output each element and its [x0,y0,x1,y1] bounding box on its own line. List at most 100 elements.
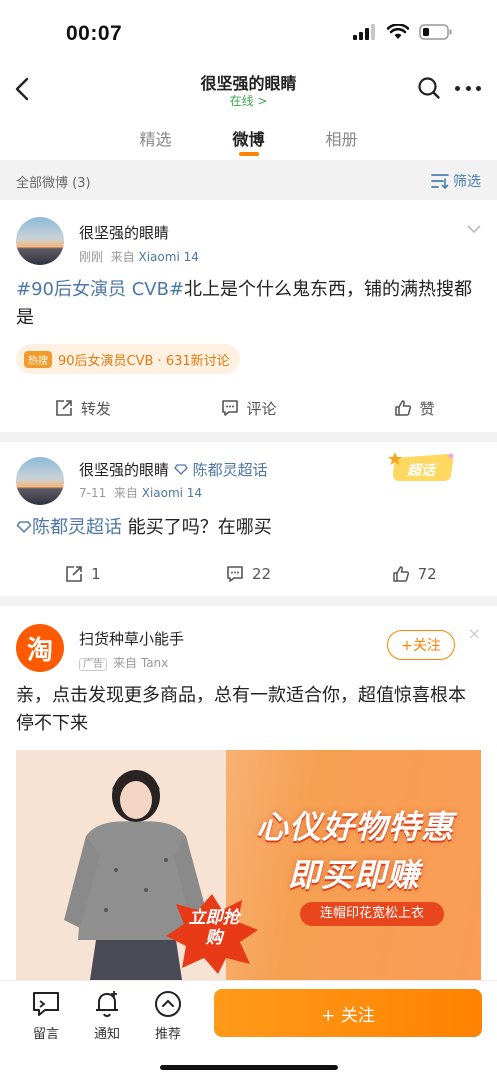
profile-tabs: 精选 微博 相册 [0,114,497,160]
comment-button[interactable]: 22 [166,554,332,594]
ad-card[interactable]: 淘 扫货种草小能手 广告 来自 Tanx +关注 × 亲，点击发现更多商品，总有一… [0,606,497,980]
post-card[interactable]: 很坚强的眼睛 刚刚 来自 Xiaomi 14 #90后女演员 CVB#北上是个什… [0,200,497,432]
topic-link-text: 陈都灵超话 [32,517,122,538]
ad-source: Tanx [140,656,169,670]
post-author[interactable]: 很坚强的眼睛 [79,461,169,479]
message-icon [33,992,59,1016]
filter-button[interactable]: 筛选 [431,171,481,191]
post-source[interactable]: Xiaomi 14 [142,486,202,500]
follow-button[interactable]: + 关注 [214,989,482,1037]
diamond-icon [173,464,188,475]
separator [0,596,497,606]
chevron-up-circle-icon [155,991,181,1017]
status-time: 00:07 [66,22,123,45]
post-author[interactable]: 很坚强的眼睛 [79,222,169,243]
comment-button[interactable]: 评论 [166,388,332,428]
avatar[interactable] [16,457,64,505]
like-count: 72 [417,565,437,583]
like-button[interactable]: 72 [331,554,497,594]
post-card[interactable]: 很坚强的眼睛 陈都灵超话 7-11 来自 Xiaomi 14 超话 陈都灵超话 … [0,442,497,596]
like-label: 赞 [419,399,435,418]
topic-link[interactable]: 陈都灵超话 [16,517,122,538]
ad-banner[interactable]: 立即抢购 心仪好物特惠 即买即赚 连帽印花宽松上衣 [16,750,481,980]
post-count-label: 全部微博 (3) [16,176,91,191]
notify-label: 通知 [93,1027,120,1042]
buy-now-text: 立即抢购 [188,908,240,948]
more-dot-icon [476,85,481,91]
post-text: 陈都灵超话 能买了吗？在哪买 [16,514,481,542]
close-icon[interactable]: × [468,624,481,643]
message-button[interactable]: 留言 [22,989,70,1042]
tab-featured[interactable]: 精选 [109,114,202,160]
hot-badge: 热搜 [24,350,52,368]
super-topic-name: 陈都灵超话 [192,461,268,479]
post-meta: 刚刚 来自 Xiaomi 14 [79,248,199,265]
status-bar: 00:07 [0,0,497,64]
chevron-down-icon[interactable] [467,224,481,234]
filter-bar: 全部微博 (3) 筛选 [0,160,497,200]
hot-text: 90后女演员CVB · 631新讨论 [58,353,230,369]
ad-logo[interactable]: 淘 [16,624,64,672]
search-icon [418,77,440,99]
more-dot-icon [455,85,460,91]
tab-album[interactable]: 相册 [295,114,388,160]
repost-button[interactable]: 1 [0,554,166,594]
recommend-label: 推荐 [154,1027,181,1042]
repost-label: 转发 [80,399,111,418]
super-topic-badge: 超话 [388,452,454,481]
thumbs-up-icon [392,566,409,582]
thumbs-up-icon [394,400,411,416]
banner-subheadline: 即买即赚 [288,856,421,894]
ad-text: 亲，点击发现更多商品，总有一款适合你，超值惊喜根本停不下来 [16,685,466,734]
post-source-prefix: 来自 [110,250,135,264]
banner-product-label: 连帽印花宽松上衣 [300,902,444,926]
post-source-prefix: 来自 [113,486,138,500]
battery-icon [419,24,452,40]
post-actions: 1 22 72 [0,554,497,594]
more-dot-icon [465,85,471,91]
wifi-icon [387,24,409,39]
ad-meta: 广告 来自 Tanx [79,654,168,671]
ad-author[interactable]: 扫货种草小能手 [79,628,184,649]
bell-plus-icon [96,991,118,1018]
like-button[interactable]: 赞 [331,388,497,428]
notify-button[interactable]: 通知 [83,989,131,1042]
tab-weibo[interactable]: 微博 [202,114,295,160]
message-label: 留言 [32,1027,59,1042]
post-source[interactable]: Xiaomi 14 [139,250,199,264]
repost-count: 1 [91,565,101,583]
recommend-button[interactable]: 推荐 [144,989,192,1042]
filter-label: 筛选 [453,174,481,190]
repost-icon [66,566,82,582]
profile-header: 很坚强的眼睛 在线 > [0,64,497,114]
avatar[interactable] [16,217,64,265]
banner-headline: 心仪好物特惠 [256,808,455,846]
super-topic-link[interactable]: 陈都灵超话 [173,461,268,479]
ad-tag: 广告 [79,658,107,671]
home-indicator [160,1065,338,1070]
ad-source-prefix: 来自 [113,656,138,670]
comment-count: 22 [251,565,272,583]
hot-search-pill[interactable]: 热搜 90后女演员CVB · 631新讨论 [16,344,240,374]
repost-icon [56,400,72,416]
search-button[interactable] [417,76,441,100]
post-time: 7-11 [79,486,107,500]
filter-icon [431,174,449,189]
post-time: 刚刚 [79,250,104,264]
separator [0,432,497,442]
post-meta: 7-11 来自 Xiaomi 14 [79,484,202,501]
post-hashtag[interactable]: #90后女演员 CVB# [16,279,184,300]
profile-page: 00:07 很坚强的眼睛 在线 > 精选 微博 相册 全部微博 (3) 筛选 很… [0,0,497,1080]
ad-follow-button[interactable]: +关注 [387,630,455,660]
super-topic-badge-text: 超话 [406,462,437,479]
post-actions: 转发 评论 赞 [0,388,497,428]
comment-label: 评论 [246,399,277,418]
diamond-icon [16,521,32,533]
post-text: #90后女演员 CVB#北上是个什么鬼东西，铺的满热搜都是 [16,276,481,332]
signal-icon [353,24,375,40]
repost-button[interactable]: 转发 [0,388,166,428]
comment-icon [221,400,238,416]
more-button[interactable] [455,76,481,100]
comment-icon [227,566,243,582]
post-body: 能买了吗？在哪买 [122,517,272,538]
